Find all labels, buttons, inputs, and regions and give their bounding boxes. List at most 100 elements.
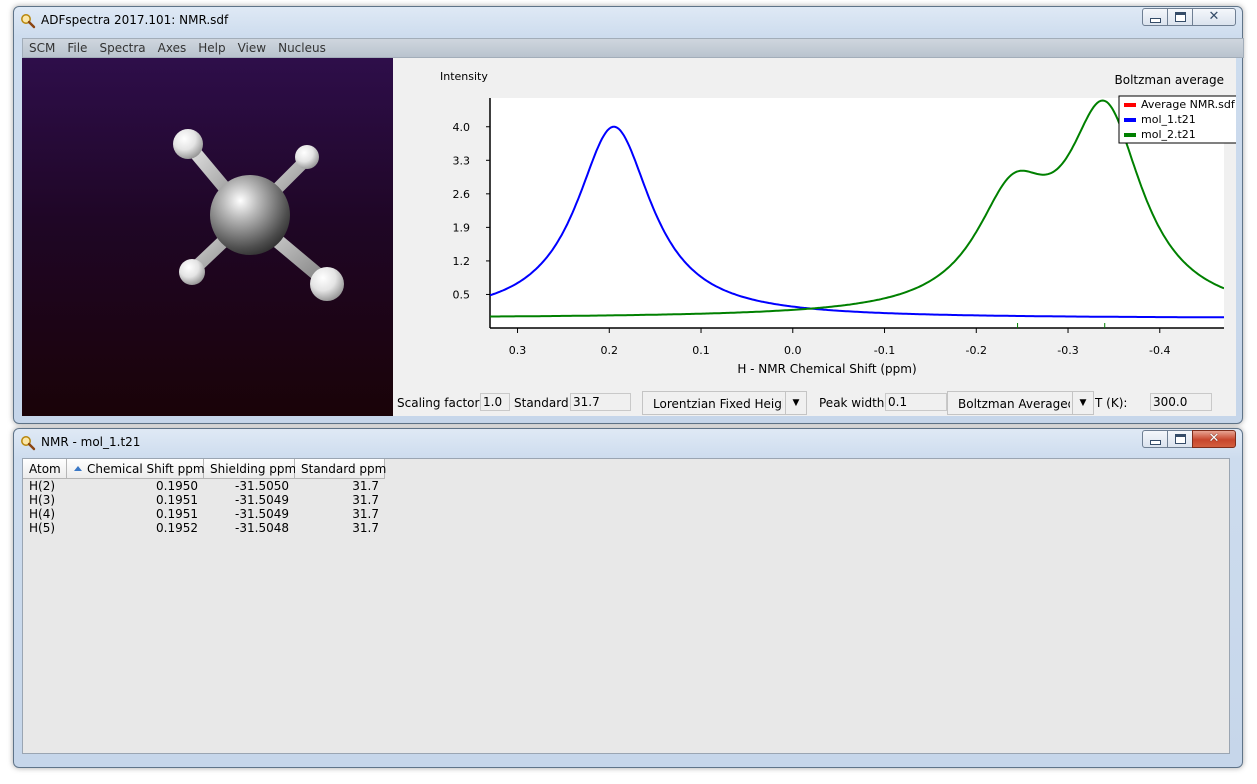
x-tick-label: 0.2 bbox=[601, 344, 619, 357]
menu-scm[interactable]: SCM bbox=[23, 39, 61, 57]
y-tick-label: 4.0 bbox=[453, 121, 471, 134]
legend-swatch bbox=[1124, 133, 1136, 137]
cell-standard: 31.7 bbox=[352, 493, 379, 507]
column-header-shielding[interactable]: Shielding ppm bbox=[204, 459, 297, 479]
cell-atom: H(4) bbox=[29, 507, 56, 521]
minimize-button[interactable] bbox=[1142, 430, 1168, 448]
maximize-button[interactable] bbox=[1167, 430, 1193, 448]
y-tick-label: 3.3 bbox=[453, 154, 471, 167]
table-window-title: NMR - mol_1.t21 bbox=[41, 435, 141, 449]
menu-nucleus[interactable]: Nucleus bbox=[272, 39, 332, 57]
legend-label: mol_2.t21 bbox=[1141, 128, 1196, 141]
menu-view[interactable]: View bbox=[232, 39, 272, 57]
x-tick-label: -0.1 bbox=[874, 344, 895, 357]
standard-label: Standard: bbox=[514, 396, 573, 410]
temperature-label: T (K): bbox=[1095, 396, 1128, 410]
main-titlebar[interactable]: ADFspectra 2017.101: NMR.sdf ✕ bbox=[14, 7, 1242, 35]
legend-label: Average NMR.sdf bbox=[1141, 98, 1236, 111]
plot-area bbox=[490, 98, 1224, 328]
close-button[interactable]: ✕ bbox=[1192, 430, 1236, 448]
temperature-field[interactable]: 300.0 bbox=[1150, 393, 1212, 411]
legend-label: mol_1.t21 bbox=[1141, 113, 1196, 126]
cell-chemical-shift: 0.1951 bbox=[156, 507, 198, 521]
dropdown-arrow-icon: ▼ bbox=[1072, 392, 1093, 414]
cell-chemical-shift: 0.1950 bbox=[156, 479, 198, 493]
minimize-button[interactable] bbox=[1142, 8, 1168, 26]
close-icon: ✕ bbox=[1208, 431, 1220, 446]
cell-shielding: -31.5048 bbox=[235, 521, 289, 535]
menu-spectra[interactable]: Spectra bbox=[93, 39, 151, 57]
scaling-factor-label: Scaling factor: bbox=[397, 396, 484, 410]
maximize-button[interactable] bbox=[1167, 8, 1193, 26]
shift-table: Atom Chemical Shift ppm Shielding ppm St… bbox=[22, 458, 1230, 754]
table-row[interactable]: H(2) 0.1950 -31.5050 31.7 bbox=[23, 479, 385, 493]
cell-shielding: -31.5049 bbox=[235, 507, 289, 521]
table-row[interactable]: H(3) 0.1951 -31.5049 31.7 bbox=[23, 493, 385, 507]
main-window: ADFspectra 2017.101: NMR.sdf ✕ SCM File Sp… bbox=[13, 6, 1244, 424]
x-tick-label: 0.3 bbox=[509, 344, 527, 357]
cell-shielding: -31.5050 bbox=[235, 479, 289, 493]
column-header-standard[interactable]: Standard ppm bbox=[295, 459, 387, 479]
cell-standard: 31.7 bbox=[352, 479, 379, 493]
standard-field[interactable]: 31.7 bbox=[570, 393, 631, 411]
methane-molecule-image bbox=[173, 129, 344, 301]
y-tick-label: 0.5 bbox=[453, 288, 471, 301]
x-tick-label: -0.4 bbox=[1149, 344, 1170, 357]
minimize-icon bbox=[1149, 17, 1161, 23]
table-row[interactable]: H(4) 0.1951 -31.5049 31.7 bbox=[23, 507, 385, 521]
averaging-value: Boltzman Averaged bbox=[958, 397, 1070, 411]
averaging-dropdown[interactable]: Boltzman Averaged ▼ bbox=[947, 391, 1094, 415]
x-tick-label: -0.2 bbox=[966, 344, 987, 357]
column-label: Chemical Shift ppm bbox=[87, 462, 205, 476]
y-tick-label: 2.6 bbox=[453, 188, 471, 201]
spectrum-controls: Scaling factor: 1.0 Standard: 31.7 Loren… bbox=[395, 391, 1235, 415]
column-header-atom[interactable]: Atom bbox=[23, 459, 67, 479]
legend-title: Boltzman average bbox=[1115, 73, 1225, 87]
menu-axes[interactable]: Axes bbox=[152, 39, 193, 57]
column-label: Standard ppm bbox=[301, 462, 387, 476]
close-icon: ✕ bbox=[1208, 9, 1220, 24]
minimize-icon bbox=[1149, 439, 1161, 445]
cell-chemical-shift: 0.1952 bbox=[156, 521, 198, 535]
x-axis-label: H - NMR Chemical Shift (ppm) bbox=[737, 362, 916, 376]
cell-shielding: -31.5049 bbox=[235, 493, 289, 507]
menu-file[interactable]: File bbox=[61, 39, 93, 57]
legend-swatch bbox=[1124, 118, 1136, 122]
column-header-chemical-shift[interactable]: Chemical Shift ppm bbox=[67, 459, 205, 479]
lineshape-dropdown[interactable]: Lorentzian Fixed Heigh ▼ bbox=[642, 391, 807, 415]
nmr-spectrum-chart[interactable]: 4.0 3.3 2.6 1.9 1.2 0.5 0.3 0.2 0.1 0.0 -0.1 -0.2 -0… bbox=[393, 58, 1236, 393]
molecule-viewer[interactable] bbox=[22, 58, 393, 416]
app-magnifier-icon bbox=[21, 14, 36, 29]
table-header: Atom Chemical Shift ppm Shielding ppm St… bbox=[23, 459, 387, 479]
peak-width-field[interactable]: 0.1 bbox=[885, 393, 947, 411]
y-tick-label: 1.9 bbox=[453, 221, 471, 234]
y-tick-label: 1.2 bbox=[453, 255, 471, 268]
cell-standard: 31.7 bbox=[352, 507, 379, 521]
main-window-title: ADFspectra 2017.101: NMR.sdf bbox=[41, 13, 229, 27]
sort-ascending-icon bbox=[74, 466, 82, 471]
nmr-table-window: NMR - mol_1.t21 ✕ Atom Chemical Shift pp… bbox=[13, 428, 1243, 768]
column-label: Atom bbox=[29, 462, 61, 476]
close-button[interactable]: ✕ bbox=[1192, 8, 1236, 26]
table-body: H(2) 0.1950 -31.5050 31.7 H(3) 0.1951 -3… bbox=[23, 479, 385, 535]
y-axis-label: Intensity bbox=[440, 70, 488, 83]
lineshape-value: Lorentzian Fixed Heigh bbox=[653, 397, 783, 411]
menu-help[interactable]: Help bbox=[192, 39, 231, 57]
table-row[interactable]: H(5) 0.1952 -31.5048 31.7 bbox=[23, 521, 385, 535]
cell-chemical-shift: 0.1951 bbox=[156, 493, 198, 507]
x-tick-label: -0.3 bbox=[1057, 344, 1078, 357]
dropdown-arrow-icon: ▼ bbox=[785, 392, 806, 414]
cell-atom: H(5) bbox=[29, 521, 56, 535]
cell-standard: 31.7 bbox=[352, 521, 379, 535]
restore-icon bbox=[1174, 12, 1186, 22]
restore-icon bbox=[1174, 434, 1186, 444]
x-tick-label: 0.0 bbox=[784, 344, 802, 357]
x-tick-label: 0.1 bbox=[692, 344, 710, 357]
scaling-factor-field[interactable]: 1.0 bbox=[480, 393, 510, 411]
spectrum-panel: 4.0 3.3 2.6 1.9 1.2 0.5 0.3 0.2 0.1 0.0 -0.1 -0.2 -0… bbox=[393, 58, 1236, 416]
table-titlebar[interactable]: NMR - mol_1.t21 ✕ bbox=[14, 429, 1242, 457]
app-magnifier-icon bbox=[21, 436, 36, 451]
column-label: Shielding ppm bbox=[210, 462, 297, 476]
legend-swatch bbox=[1124, 103, 1136, 107]
peak-width-label: Peak width: bbox=[819, 396, 889, 410]
